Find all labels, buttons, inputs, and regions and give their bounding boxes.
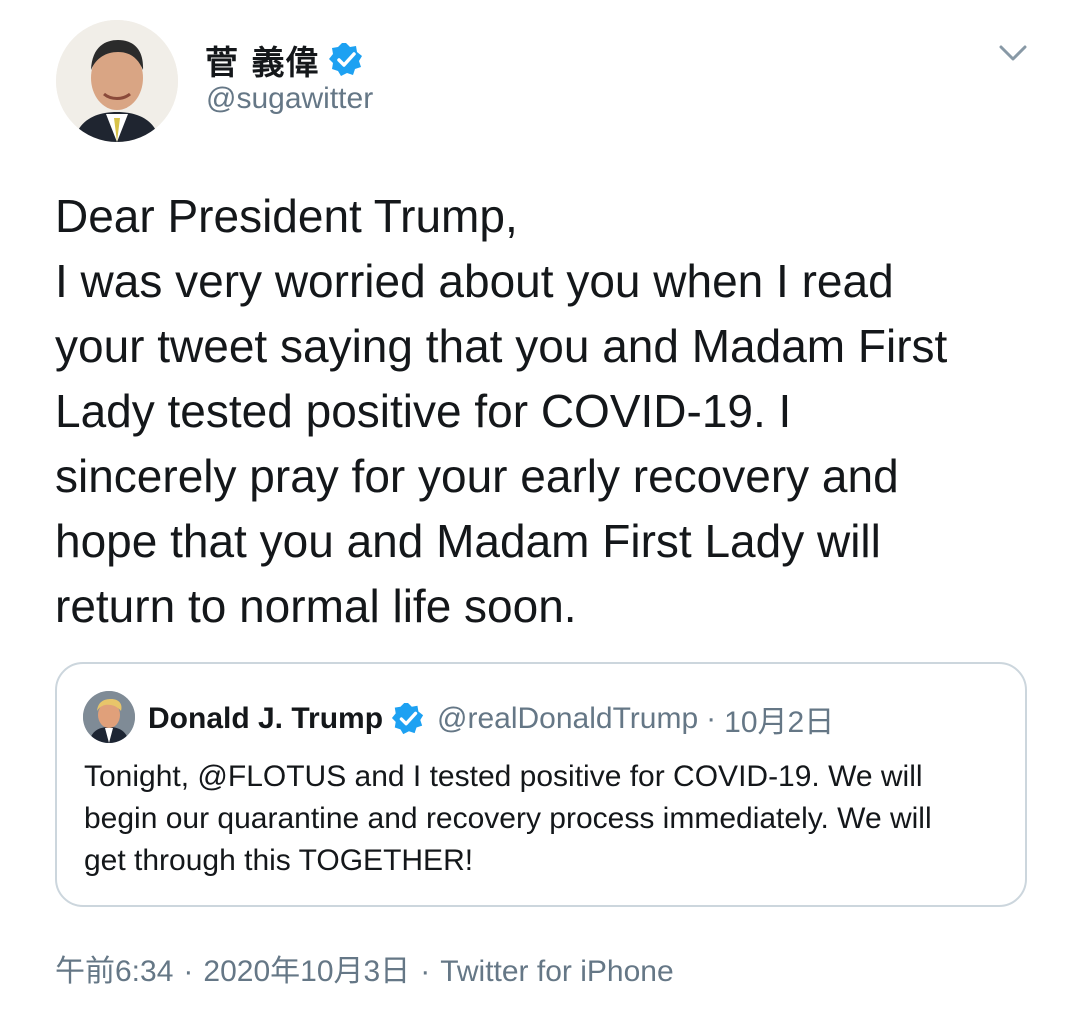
verified-badge-icon — [328, 42, 364, 78]
quoted-handle: @realDonaldTrump — [437, 702, 699, 735]
tweet-source-link[interactable]: Twitter for iPhone — [440, 955, 673, 989]
person-photo-avatar-icon — [56, 20, 178, 142]
quoted-display-name: Donald J. Trump — [148, 702, 384, 735]
tweet-date[interactable]: 2020年10月3日 — [203, 946, 410, 990]
author-avatar[interactable] — [56, 20, 178, 142]
tweet-text: Dear President Trump, I was very worried… — [55, 190, 948, 632]
separator-dot: · — [420, 955, 431, 988]
author-name-row[interactable]: 菅 義偉 — [205, 36, 364, 84]
verified-badge-icon — [391, 702, 425, 736]
quoted-author-avatar[interactable] — [83, 691, 135, 743]
author-display-name[interactable]: 菅 義偉 — [205, 36, 320, 84]
quoted-tweet-text: Tonight, @FLOTUS and I tested positive f… — [84, 760, 932, 877]
quoted-tweet-card[interactable]: Donald J. Trump @realDonaldTrump · 10月2日… — [55, 662, 1027, 907]
quoted-tweet-header: Donald J. Trump @realDonaldTrump · 10月2日 — [148, 697, 834, 741]
author-handle[interactable]: @sugawitter — [206, 82, 373, 116]
separator-dot: · — [706, 702, 717, 735]
person-photo-avatar-icon — [83, 691, 135, 743]
tweet-meta: 午前6:34 · 2020年10月3日 · Twitter for iPhone — [55, 946, 674, 990]
separator-dot: · — [183, 955, 194, 988]
chevron-down-icon[interactable] — [996, 38, 1030, 66]
quoted-date: 10月2日 — [724, 706, 835, 739]
tweet-time[interactable]: 午前6:34 — [55, 946, 173, 990]
